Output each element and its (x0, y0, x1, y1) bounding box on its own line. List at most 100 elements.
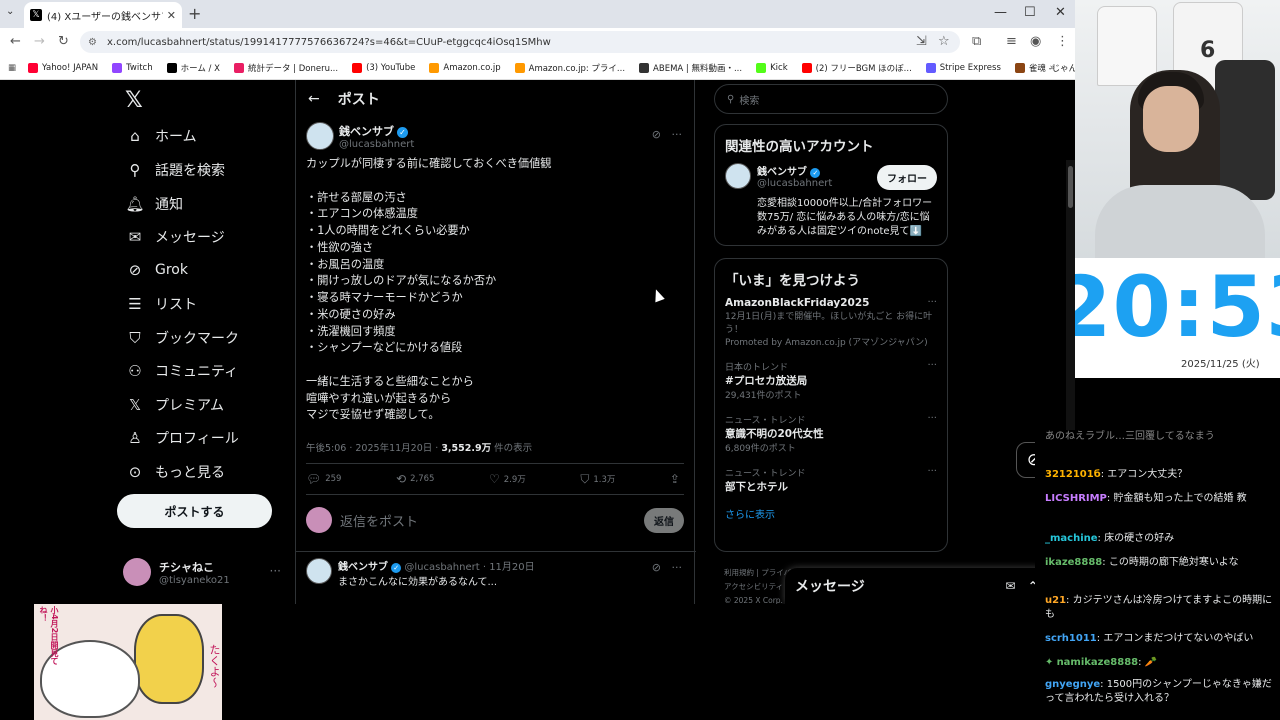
bookmark-twitch[interactable]: Twitch (112, 62, 153, 73)
view-count[interactable]: 3,552.9万 (441, 443, 491, 454)
nav-grok[interactable]: ⊘ Grok (125, 261, 188, 279)
bookmark-amazon-prime[interactable]: Amazon.co.jp: プライ... (514, 62, 625, 74)
chat-text: : 🥕 (1138, 657, 1158, 668)
post-author[interactable]: 銭ベンサブ ✓ @lucasbahnert (306, 122, 686, 150)
nav-label: リスト (155, 297, 197, 313)
bookmark-amazon[interactable]: Amazon.co.jp (429, 62, 501, 73)
media-icon[interactable]: ≡ (1006, 34, 1017, 49)
reload-icon[interactable]: ↻ (58, 34, 69, 49)
more-dots-icon[interactable]: ··· (270, 564, 281, 578)
bookmark-abema[interactable]: ABEMA | 無料動画・... (639, 62, 742, 74)
tab-search-icon[interactable]: ⌄ (6, 6, 14, 17)
more-dots-icon[interactable]: ··· (927, 360, 937, 371)
more-dots-icon[interactable]: ··· (927, 413, 937, 424)
bookmarks-bar: ▦ Yahoo! JAPAN Twitch ホーム / X 統計データ | Do… (0, 56, 1116, 80)
like-action[interactable]: ♡ 2.9万 (489, 472, 526, 486)
main-post: 銭ベンサブ ✓ @lucasbahnert カップルが同棲する前に確認しておくべき… (306, 122, 686, 424)
window-close-icon[interactable]: ✕ (1055, 5, 1066, 20)
back-icon[interactable]: ← (10, 34, 21, 49)
tab-close-icon[interactable]: ✕ (167, 9, 176, 22)
new-tab-button[interactable]: + (188, 4, 201, 23)
account-switcher[interactable]: チシャねこ @tisyaneko21 ··· (123, 558, 293, 586)
profile-icon[interactable]: ◉ (1030, 34, 1041, 49)
avatar[interactable] (725, 163, 751, 189)
nav-home[interactable]: ⌂ ホーム (125, 126, 197, 146)
nav-lists[interactable]: ☰ リスト (125, 294, 197, 314)
browser-tab[interactable]: 𝕏 (4) Xユーザーの銭ベンサブさん:「カ... ✕ (24, 2, 182, 28)
chat-message: _machine: 床の硬さの好み (1045, 532, 1277, 546)
trend-item[interactable]: AmazonBlackFriday2025 12月1日(月)まで開催中。ほしいが… (725, 297, 937, 348)
nav-notifications[interactable]: 🔔︎ 通知 (125, 194, 183, 214)
bookmark-x-home[interactable]: ホーム / X (166, 62, 220, 74)
chat-message: ikaze8888: この時期の廊下絶対寒いよな (1045, 556, 1277, 570)
apps-icon[interactable]: ▦ (8, 63, 16, 73)
tab-strip: ⌄ 𝕏 (4) Xユーザーの銭ベンサブさん:「カ... ✕ + — ☐ ✕ (0, 0, 1075, 28)
bookmark-bgm[interactable]: (2) フリーBGM ほのぼ... (801, 62, 912, 74)
reply-button[interactable]: 返信 (644, 507, 684, 533)
bookmarks-overflow-icon[interactable]: » (1050, 63, 1055, 73)
chat-user: u21 (1045, 595, 1067, 606)
nav-profile[interactable]: ♙ プロフィール (125, 428, 238, 448)
nav-communities[interactable]: ⚇ コミュニティ (125, 361, 238, 381)
bookmark-doneru[interactable]: 統計データ | Doneru... (233, 62, 338, 74)
nav-explore[interactable]: ⚲ 話題を検索 (125, 160, 226, 180)
maximize-icon[interactable]: ☐ (1024, 5, 1036, 20)
reply-composer: 返信をポスト 返信 (306, 504, 684, 536)
address-bar[interactable]: ⚙ x.com/lucasbahnert/status/199141777757… (80, 31, 960, 53)
x-premium-icon: 𝕏 (128, 396, 142, 414)
reply-input[interactable]: 返信をポスト (340, 511, 644, 530)
trend-item[interactable]: ニュース・トレンド 意識不明の20代女性 6,809件のポスト ··· (725, 413, 937, 454)
post-button[interactable]: ポストする (117, 494, 272, 528)
minimize-icon[interactable]: — (994, 5, 1007, 20)
chat-text: : エアコン大丈夫？ (1100, 469, 1188, 480)
trend-item[interactable]: ニュース・トレンド 部下とホテル ··· (725, 466, 937, 494)
chat-message: ✦ namikaze8888: 🥕 (1045, 656, 1277, 670)
chat-text: : 貯金額も知った上での結婚 教 (1106, 493, 1247, 504)
avatar[interactable] (306, 558, 332, 584)
compose-expand-icons[interactable]: ✉ ⌃ (1005, 579, 1038, 593)
x-logo-icon[interactable]: 𝕏 (125, 88, 143, 113)
bookmark-kick[interactable]: Kick (756, 62, 788, 73)
share-icon: ⇪ (669, 472, 680, 486)
reply-icon: 💬︎ (306, 472, 322, 486)
related-account[interactable]: 銭ベンサブ ✓ @lucasbahnert 恋愛相談10000件以上/合計フォロ… (725, 163, 937, 239)
more-dots-icon[interactable]: ··· (927, 466, 937, 477)
more-dots-icon[interactable]: ··· (927, 297, 937, 308)
avatar[interactable] (306, 122, 334, 150)
search-input[interactable]: ⚲ 検索 (714, 84, 948, 114)
verified-icon: ✓ (391, 563, 402, 573)
install-icon[interactable]: ⇲ (916, 34, 927, 49)
trend-item[interactable]: 日本のトレンド #プロセカ放送局 29,431件のポスト ··· (725, 360, 937, 401)
nav-label: メッセージ (155, 230, 225, 246)
nav-more[interactable]: ⊙ もっと見る (125, 462, 225, 482)
trends-card: 「いま」を見つけよう AmazonBlackFriday2025 12月1日(月… (714, 258, 948, 552)
nav-bookmarks[interactable]: ⛉ ブックマーク (125, 328, 239, 348)
repost-action[interactable]: ⟲ 2,765 (396, 472, 434, 486)
menu-icon[interactable]: ⋮ (1056, 34, 1069, 49)
bookmark-youtube[interactable]: (3) YouTube (352, 62, 415, 73)
show-more-link[interactable]: さらに表示 (725, 506, 937, 521)
bookmark-label: ホーム / X (180, 63, 220, 74)
forward-icon[interactable]: → (34, 34, 45, 49)
trend-title: 部下とホテル (725, 481, 788, 493)
reply-action[interactable]: 💬︎ 259 (306, 472, 341, 486)
bookmark-star-icon[interactable]: ☆ (938, 34, 950, 49)
extensions-icon[interactable]: ⧉ (972, 34, 981, 49)
chat-text: : エアコンまだつけてないのやばい (1096, 633, 1254, 644)
site-info-icon[interactable]: ⚙ (88, 37, 97, 48)
bookmark-stripe[interactable]: Stripe Express (925, 62, 1001, 73)
bookmark-action[interactable]: ⛉ 1.3万 (580, 472, 615, 487)
back-arrow-icon[interactable]: ← (308, 91, 320, 107)
reply-post[interactable]: 銭ベンサブ ✓ @lucasbahnert · 11月20日 まさかこんなに効果… (306, 558, 686, 588)
messages-drawer[interactable]: メッセージ ✉ ⌃ (785, 568, 1050, 604)
nav-messages[interactable]: ✉ メッセージ (125, 227, 225, 247)
grok-icon: ⊘ (128, 261, 142, 279)
post-time: 午後5:06 · 2025年11月20日 · (306, 443, 442, 454)
bookmark-yahoo[interactable]: Yahoo! JAPAN (28, 62, 98, 73)
nav-premium[interactable]: 𝕏 プレミアム (125, 395, 224, 415)
follow-button[interactable]: フォロー (877, 165, 937, 190)
repost-icon: ⟲ (396, 472, 407, 486)
share-action[interactable]: ⇪ (670, 472, 684, 486)
nav-label: ホーム (155, 129, 197, 145)
scrollbar-thumb[interactable] (1068, 166, 1073, 208)
